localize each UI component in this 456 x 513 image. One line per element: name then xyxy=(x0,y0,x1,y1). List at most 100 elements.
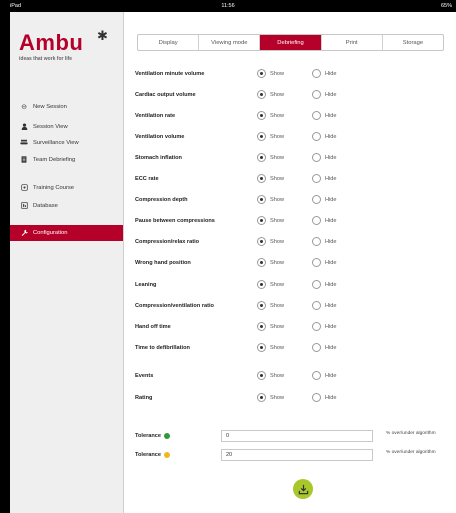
show-radio[interactable]: Show xyxy=(257,153,284,162)
sidebar-item-label: New Session xyxy=(33,104,67,110)
show-radio[interactable]: Show xyxy=(257,132,284,141)
hide-radio[interactable]: Hide xyxy=(312,111,337,120)
radio-circle xyxy=(257,301,266,310)
show-label: Show xyxy=(270,154,284,161)
tab-viewing-mode[interactable]: Viewing mode xyxy=(199,35,261,50)
hide-radio[interactable]: Hide xyxy=(312,174,337,183)
show-radio[interactable]: Show xyxy=(257,216,284,225)
hide-radio[interactable]: Hide xyxy=(312,322,337,331)
show-label: Show xyxy=(270,70,284,77)
hide-label: Hide xyxy=(325,91,337,98)
radio-circle xyxy=(312,371,321,380)
hide-radio[interactable]: Hide xyxy=(312,153,337,162)
show-label: Show xyxy=(270,238,284,245)
sidebar-item-team-debriefing[interactable]: Team Debriefing xyxy=(10,152,123,168)
clock: 11:56 xyxy=(221,3,235,9)
show-label: Show xyxy=(270,344,284,351)
show-radio[interactable]: Show xyxy=(257,111,284,120)
option-label: Ventilation volume xyxy=(135,134,185,140)
sidebar-item-label: Configuration xyxy=(33,230,68,236)
radio-circle xyxy=(312,322,321,331)
hide-radio[interactable]: Hide xyxy=(312,280,337,289)
hide-radio[interactable]: Hide xyxy=(312,393,337,402)
hide-radio[interactable]: Hide xyxy=(312,132,337,141)
show-label: Show xyxy=(270,372,284,379)
hide-radio[interactable]: Hide xyxy=(312,237,337,246)
sidebar-item-label: Database xyxy=(33,203,58,209)
sidebar-item-database[interactable]: Database xyxy=(10,198,123,214)
hide-label: Hide xyxy=(325,281,337,288)
sidebar-item-surveillance-view[interactable]: Surveillance View xyxy=(10,135,123,151)
option-row: Pause between compressions Show Hide xyxy=(135,216,435,228)
hide-radio[interactable]: Hide xyxy=(312,69,337,78)
show-radio[interactable]: Show xyxy=(257,237,284,246)
tolerance-green-row: Tolerance 0 % over/under algorithm xyxy=(135,430,455,443)
radio-circle xyxy=(312,153,321,162)
option-row: ECC rate Show Hide xyxy=(135,174,435,186)
radio-circle xyxy=(312,69,321,78)
tab-storage[interactable]: Storage xyxy=(383,35,443,50)
option-label: Ventilation rate xyxy=(135,113,176,119)
tolerance-label: Tolerance xyxy=(135,452,162,458)
show-radio[interactable]: Show xyxy=(257,195,284,204)
hide-radio[interactable]: Hide xyxy=(312,216,337,225)
sidebar-item-session-view[interactable]: Session View xyxy=(10,119,123,135)
save-button[interactable] xyxy=(293,479,313,499)
yellow-status-dot xyxy=(164,452,171,458)
hide-label: Hide xyxy=(325,154,337,161)
training-icon xyxy=(18,183,30,193)
hide-label: Hide xyxy=(325,344,337,351)
hide-radio[interactable]: Hide xyxy=(312,258,337,267)
hide-radio[interactable]: Hide xyxy=(312,343,337,352)
person-icon xyxy=(18,122,30,132)
show-label: Show xyxy=(270,91,284,98)
show-label: Show xyxy=(270,217,284,224)
hide-radio[interactable]: Hide xyxy=(312,301,337,310)
hide-radio[interactable]: Hide xyxy=(312,90,337,99)
show-label: Show xyxy=(270,133,284,140)
show-radio[interactable]: Show xyxy=(257,280,284,289)
radio-circle xyxy=(312,280,321,289)
sidebar-item-training-course[interactable]: Training Course xyxy=(10,180,123,196)
option-row: Compression/relax ratio Show Hide xyxy=(135,237,435,249)
green-status-dot xyxy=(164,433,171,439)
hide-label: Hide xyxy=(325,394,337,401)
tab-print[interactable]: Print xyxy=(322,35,383,50)
option-row: Leaning Show Hide xyxy=(135,280,435,292)
radio-circle xyxy=(257,195,266,204)
radio-circle xyxy=(312,195,321,204)
option-label: Events xyxy=(135,373,154,379)
show-label: Show xyxy=(270,259,284,266)
show-label: Show xyxy=(270,196,284,203)
sidebar-item-configuration[interactable]: Configuration xyxy=(10,225,123,241)
tab-display[interactable]: Display xyxy=(138,35,200,50)
show-radio[interactable]: Show xyxy=(257,371,284,380)
show-radio[interactable]: Show xyxy=(257,393,284,402)
hide-radio[interactable]: Hide xyxy=(312,371,337,380)
tab-debriefing[interactable]: Debriefing xyxy=(260,35,322,50)
tolerance-yellow-input[interactable]: 20 xyxy=(221,449,373,461)
sidebar-item-new-session[interactable]: ⊖ New Session xyxy=(10,99,123,115)
radio-circle xyxy=(312,301,321,310)
option-label: Leaning xyxy=(135,282,157,288)
hide-radio[interactable]: Hide xyxy=(312,195,337,204)
option-label: Compression/relax ratio xyxy=(135,239,200,245)
show-radio[interactable]: Show xyxy=(257,174,284,183)
show-radio[interactable]: Show xyxy=(257,343,284,352)
new-session-icon: ⊖ xyxy=(21,104,27,111)
option-row: Compression/ventilation ratio Show Hide xyxy=(135,301,435,313)
battery-label: 65% xyxy=(440,3,452,9)
option-row: Stomach inflation Show Hide xyxy=(135,153,435,165)
logo-wordmark: Ambu xyxy=(19,30,84,55)
show-radio[interactable]: Show xyxy=(257,258,284,267)
sidebar: Ambu ✱ ideas that work for life ⊖ New Se… xyxy=(10,12,124,513)
show-radio[interactable]: Show xyxy=(257,90,284,99)
radio-circle xyxy=(257,237,266,246)
tolerance-green-input[interactable]: 0 xyxy=(221,430,373,442)
radio-circle xyxy=(257,174,266,183)
show-radio[interactable]: Show xyxy=(257,69,284,78)
show-radio[interactable]: Show xyxy=(257,322,284,331)
radio-circle xyxy=(312,174,321,183)
option-row: Ventilation rate Show Hide xyxy=(135,111,435,123)
show-radio[interactable]: Show xyxy=(257,301,284,310)
